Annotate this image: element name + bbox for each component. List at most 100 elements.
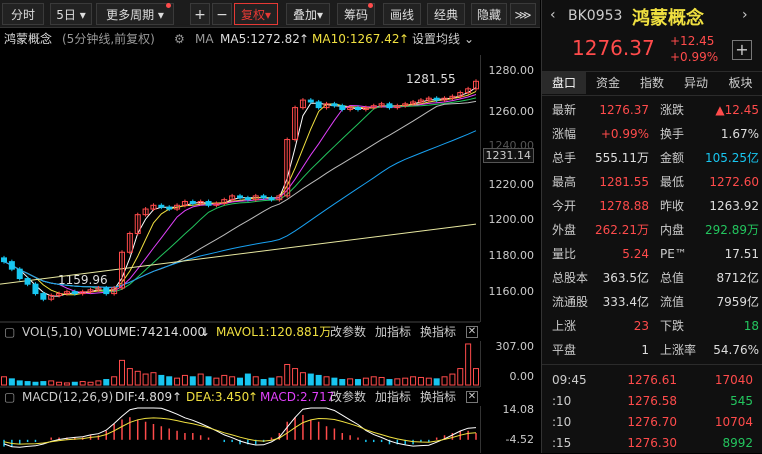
stat-value: 1 (641, 343, 649, 357)
candle-body (433, 97, 440, 101)
forward-arrow-icon[interactable]: › (742, 7, 748, 23)
tick-time: :10 (552, 415, 572, 429)
stat-value: +0.99% (600, 127, 649, 141)
volume-bar (103, 379, 110, 386)
switch-indicator-link[interactable]: 换指标 (420, 388, 456, 406)
change-params-link[interactable]: 改参数 (330, 323, 366, 341)
candle-body (1, 257, 7, 263)
volume-bar (119, 359, 125, 386)
price-tick: 1160.00 (488, 285, 535, 298)
price-tick: 1180.00 (488, 249, 535, 262)
stat-label: 平盘 (552, 343, 577, 357)
volume-bar (56, 381, 63, 386)
volume-bar (32, 381, 39, 386)
candle-body (166, 206, 173, 210)
square-icon[interactable]: ▢ (4, 388, 15, 406)
stat-value: 23 (633, 319, 649, 333)
mavol1-value: MAVOL1:120.881万 (216, 325, 332, 339)
current-price-tag: 1231.14 (482, 148, 534, 163)
vol-tick: 307.00 (495, 340, 535, 353)
stat-row: 平盘 1 上涨率 54.76% (542, 339, 762, 361)
volume-bar (378, 376, 385, 386)
volume-bar (150, 372, 157, 386)
volume-bar (48, 380, 55, 386)
stat-value: 1278.88 (599, 199, 649, 213)
stat-label: 总手 (552, 151, 577, 165)
vol-tick: 0.00 (509, 370, 535, 383)
ma10-line (3, 90, 477, 296)
volume-bar (229, 376, 236, 386)
arrow-up-icon: ↑ (172, 390, 183, 404)
close-icon[interactable]: ✕ (466, 391, 478, 403)
volume-bar (299, 372, 306, 386)
tab-zhishu[interactable]: 指数 (630, 72, 674, 94)
macd-value: MACD:2.717 (260, 390, 335, 404)
price-change: +12.45 (670, 34, 715, 48)
tick-price: 1276.61 (627, 373, 677, 387)
volume-bar (433, 378, 440, 386)
volume-bar (315, 374, 322, 386)
switch-indicator-link[interactable]: 换指标 (420, 323, 456, 341)
volume-bar (417, 376, 424, 386)
tab-pankou[interactable]: 盘口 (542, 72, 586, 94)
tick-time: 09:45 (552, 373, 587, 387)
stat-label: 上涨率 (660, 343, 697, 357)
stat-value: 555.11万 (595, 151, 649, 165)
stat-value: 8712亿 (716, 271, 759, 285)
add-indicator-link[interactable]: 加指标 (375, 388, 411, 406)
dea-value: DEA:3.450 (186, 390, 250, 404)
close-icon[interactable]: ✕ (466, 326, 478, 338)
volume-bar (221, 374, 228, 386)
tick-volume: 10704 (714, 415, 753, 429)
add-indicator-link[interactable]: 加指标 (375, 323, 411, 341)
volume-bar (441, 376, 448, 386)
macd-tick: -4.52 (505, 433, 534, 446)
volume-bar (174, 377, 181, 386)
tick-volume: 17040 (714, 373, 753, 387)
volume-bar (63, 382, 70, 386)
tab-bankuai[interactable]: 板块 (718, 72, 762, 94)
collapse-arrows-icon[interactable]: ⋙ (510, 3, 536, 25)
volume-bar (331, 377, 338, 386)
stat-row: 今开 1278.88 昨收 1263.92 (542, 195, 762, 217)
tab-zijin[interactable]: 资金 (586, 72, 630, 94)
stat-value: 5.24 (622, 247, 649, 261)
stat-value: 1.67% (720, 127, 759, 141)
volume-bar (457, 368, 464, 386)
candle-body (16, 268, 23, 280)
volume-bar (449, 373, 456, 386)
volume-bar (16, 380, 23, 386)
tab-yidong[interactable]: 异动 (674, 72, 718, 94)
stat-value: ▲12.45 (715, 103, 759, 117)
vol-name: VOL(5,10) (22, 325, 83, 339)
price-tick: 1280.00 (488, 64, 535, 77)
stat-label: 昨收 (660, 199, 685, 213)
volume-bar (370, 376, 377, 386)
volume-bar (292, 368, 299, 386)
stat-label: 最低 (660, 175, 685, 189)
volume-bar (473, 368, 479, 386)
volume-bar (126, 368, 133, 386)
candle-body (205, 201, 212, 206)
stat-label: PE™ (660, 247, 687, 261)
change-params-link[interactable]: 改参数 (330, 388, 366, 406)
stat-label: 涨幅 (552, 127, 577, 141)
tick-time: :10 (552, 394, 572, 408)
candle-body (189, 201, 196, 204)
volume-bar (40, 381, 47, 386)
volume-bar (1, 376, 7, 386)
volume-bar (362, 377, 369, 386)
volume-bar (111, 376, 118, 386)
ma250-line (0, 223, 477, 285)
candle-body (260, 195, 267, 199)
candle-body (339, 105, 346, 110)
square-icon[interactable]: ▢ (4, 323, 15, 341)
ma120-line (3, 130, 477, 288)
volume-value: VOLUME:74214.000 (86, 325, 206, 339)
candle-body (71, 291, 78, 295)
macd-tick: 14.08 (502, 403, 535, 416)
back-arrow-icon[interactable]: ‹ (550, 7, 556, 23)
add-watchlist-button[interactable]: + (732, 40, 752, 60)
volume-bar (410, 376, 417, 386)
candle-body (24, 278, 31, 285)
